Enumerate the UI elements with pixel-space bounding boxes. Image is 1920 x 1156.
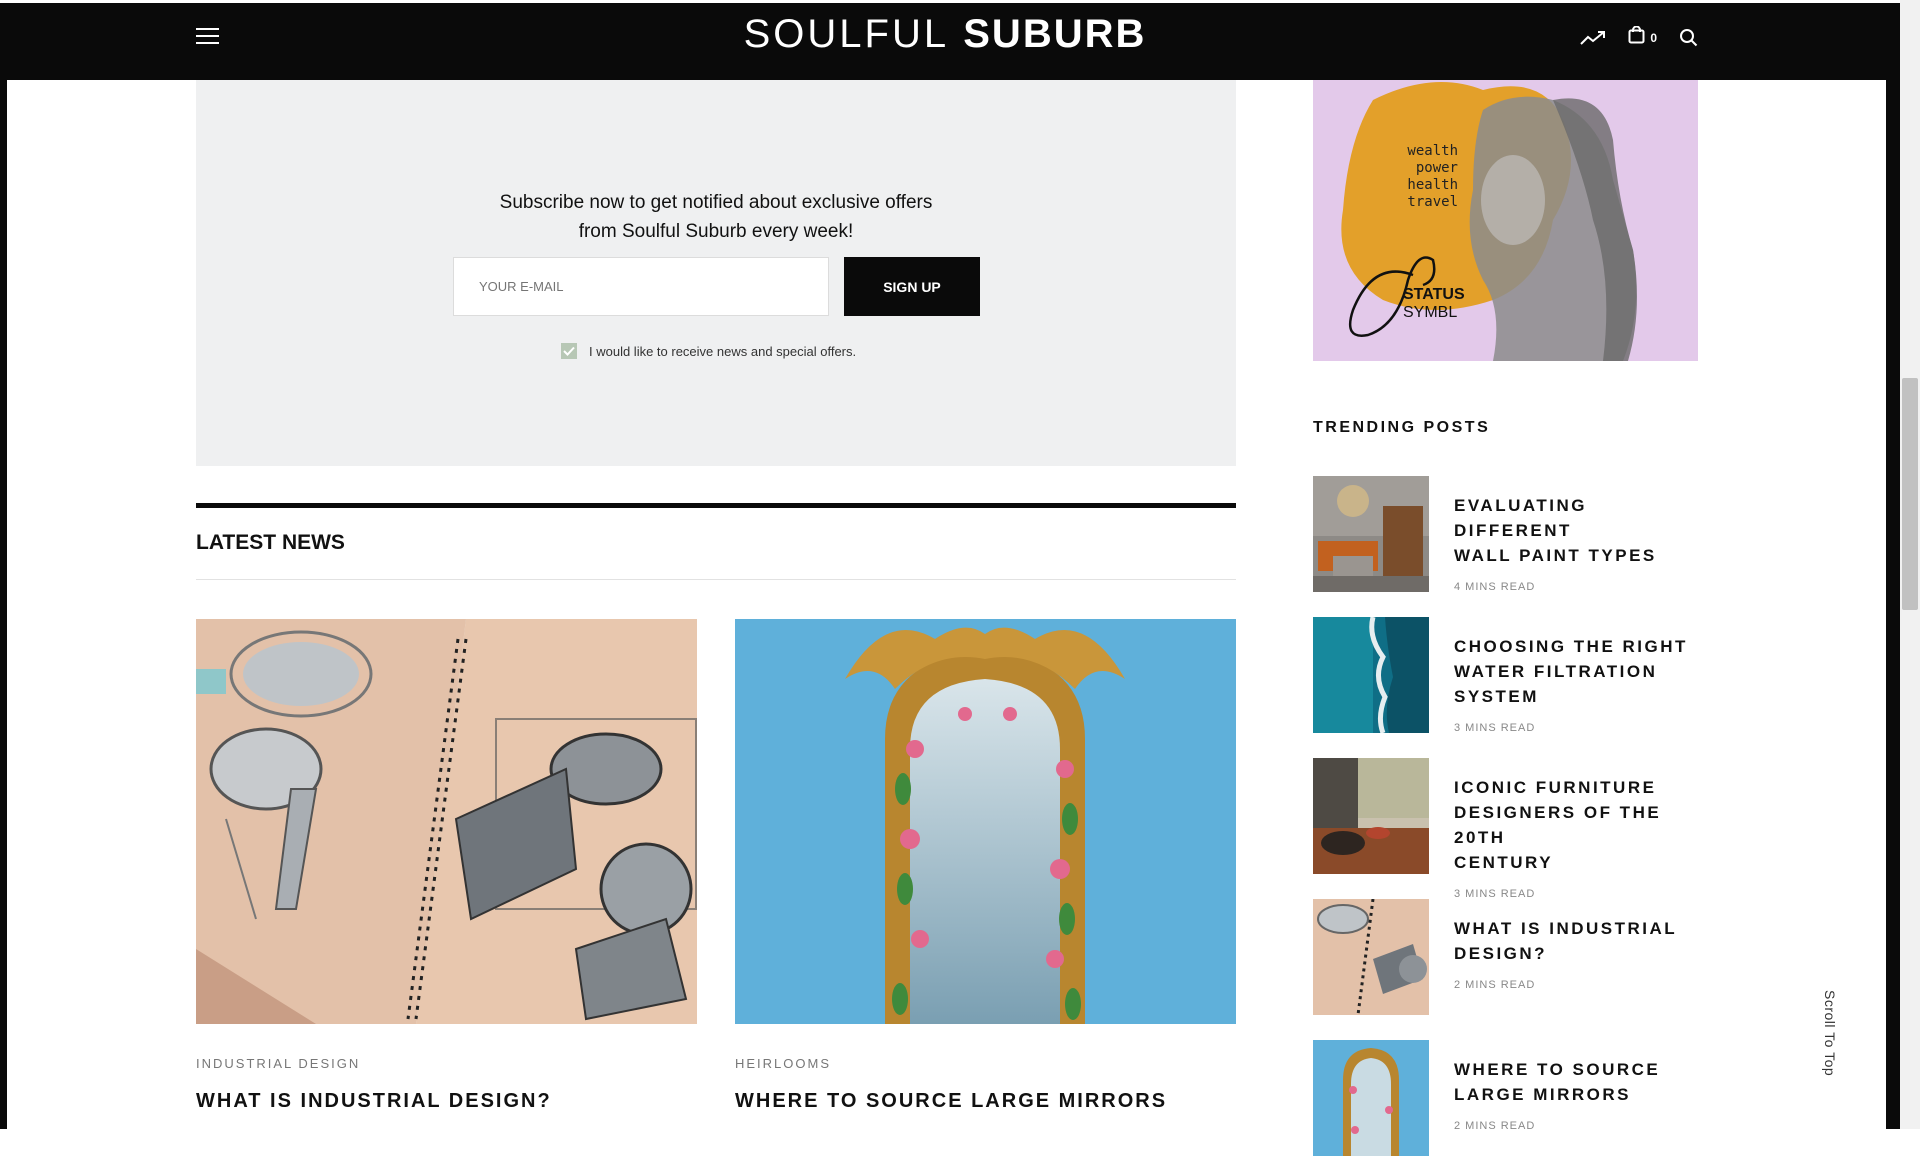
latest-news-title: LATEST NEWS <box>196 531 345 554</box>
trending-heading[interactable]: WHAT IS INDUSTRIAL DESIGN? <box>1454 916 1704 966</box>
scroll-to-top-button[interactable]: Scroll To Top <box>1822 990 1852 1090</box>
ad-word: travel <box>1407 194 1458 210</box>
consent-checkbox[interactable] <box>561 343 577 359</box>
trending-post[interactable]: ICONIC FURNITURE DESIGNERS OF THE 20TH C… <box>1313 758 1703 900</box>
cart-count: 0 <box>1650 30 1657 45</box>
trending-posts-title: TRENDING POSTS <box>1313 419 1491 436</box>
sidebar-advertisement[interactable]: wealth power health travel STATUS SYMBL <box>1313 80 1698 361</box>
article-category[interactable]: HEIRLOOMS <box>735 1056 831 1071</box>
trending-text: ICONIC FURNITURE DESIGNERS OF THE 20TH C… <box>1454 775 1704 900</box>
cart-button[interactable]: 0 <box>1628 25 1657 49</box>
article-image-industrial-design[interactable] <box>196 619 697 1024</box>
trending-thumbnail[interactable] <box>1313 476 1429 592</box>
newsletter-line-2: from Soulful Suburb every week! <box>578 221 854 242</box>
consent-row: I would like to receive news and special… <box>561 343 856 359</box>
page: SOULFUL SUBURB 0 Subscribe now to get no… <box>0 0 1920 1156</box>
trending-post[interactable]: WHERE TO SOURCE LARGE MIRRORS 2 MINS REA… <box>1313 1040 1704 1156</box>
scroll-to-top-label: Scroll To Top <box>1822 990 1838 1077</box>
ad-brand-line-2: SYMBL <box>1403 304 1457 321</box>
newsletter-line-1: Subscribe now to get notified about excl… <box>499 192 933 213</box>
read-time: 2 MINS READ <box>1454 1120 1536 1132</box>
trending-post[interactable]: WHAT IS INDUSTRIAL DESIGN? 2 MINS READ <box>1313 899 1703 1019</box>
logo-light-word: SOULFUL <box>743 12 950 56</box>
article-category[interactable]: INDUSTRIAL DESIGN <box>196 1056 360 1071</box>
newsletter-text: Subscribe now to get notified about excl… <box>196 188 1236 246</box>
article-image-large-mirrors[interactable] <box>735 619 1236 1024</box>
trending-heading[interactable]: CHOOSING THE RIGHT WATER FILTRATION SYST… <box>1454 634 1704 709</box>
trending-thumbnail[interactable] <box>1313 1040 1429 1156</box>
header-actions: 0 <box>1580 25 1698 49</box>
trending-heading[interactable]: ICONIC FURNITURE DESIGNERS OF THE 20TH C… <box>1454 775 1704 875</box>
email-field[interactable] <box>453 257 829 316</box>
ad-brand-line-1: STATUS <box>1403 286 1465 303</box>
read-time: 3 MINS READ <box>1454 722 1536 734</box>
window-top-edge <box>0 0 1920 3</box>
trending-icon[interactable] <box>1580 30 1606 46</box>
trending-post[interactable]: CHOOSING THE RIGHT WATER FILTRATION SYST… <box>1313 617 1703 737</box>
ad-word: health <box>1407 177 1458 193</box>
cart-icon <box>1628 25 1645 49</box>
section-divider <box>196 503 1236 508</box>
read-time: 2 MINS READ <box>1454 979 1536 991</box>
article-title[interactable]: WHERE TO SOURCE LARGE MIRRORS <box>735 1090 1167 1113</box>
ad-word: wealth <box>1407 143 1458 159</box>
consent-label: I would like to receive news and special… <box>589 343 857 359</box>
trending-heading[interactable]: WHERE TO SOURCE LARGE MIRRORS <box>1454 1057 1704 1107</box>
site-header: SOULFUL SUBURB 0 <box>0 0 1920 80</box>
read-time: 4 MINS READ <box>1454 581 1536 593</box>
checkmark-icon <box>563 346 575 356</box>
ad-word: power <box>1416 160 1458 176</box>
trending-thumbnail[interactable] <box>1313 617 1429 733</box>
trending-heading[interactable]: EVALUATING DIFFERENT WALL PAINT TYPES <box>1454 493 1704 568</box>
newsletter-box: Subscribe now to get notified about excl… <box>196 80 1236 466</box>
section-underline <box>196 579 1236 580</box>
trending-text: CHOOSING THE RIGHT WATER FILTRATION SYST… <box>1454 634 1704 734</box>
trending-thumbnail[interactable] <box>1313 899 1429 1015</box>
trending-text: EVALUATING DIFFERENT WALL PAINT TYPES 4 … <box>1454 493 1704 593</box>
article-title[interactable]: WHAT IS INDUSTRIAL DESIGN? <box>196 1090 552 1113</box>
logo-bold-word: SUBURB <box>963 12 1147 56</box>
search-icon[interactable] <box>1679 28 1698 47</box>
trending-post[interactable]: EVALUATING DIFFERENT WALL PAINT TYPES 4 … <box>1313 476 1703 596</box>
scrollbar-thumb[interactable] <box>1902 378 1918 610</box>
signup-button[interactable]: SIGN UP <box>844 257 980 316</box>
trending-thumbnail[interactable] <box>1313 758 1429 874</box>
trending-text: WHERE TO SOURCE LARGE MIRRORS 2 MINS REA… <box>1454 1057 1704 1132</box>
right-frame-edge <box>1886 80 1900 1129</box>
left-frame-edge <box>0 80 7 1129</box>
trending-text: WHAT IS INDUSTRIAL DESIGN? 2 MINS READ <box>1454 916 1704 991</box>
